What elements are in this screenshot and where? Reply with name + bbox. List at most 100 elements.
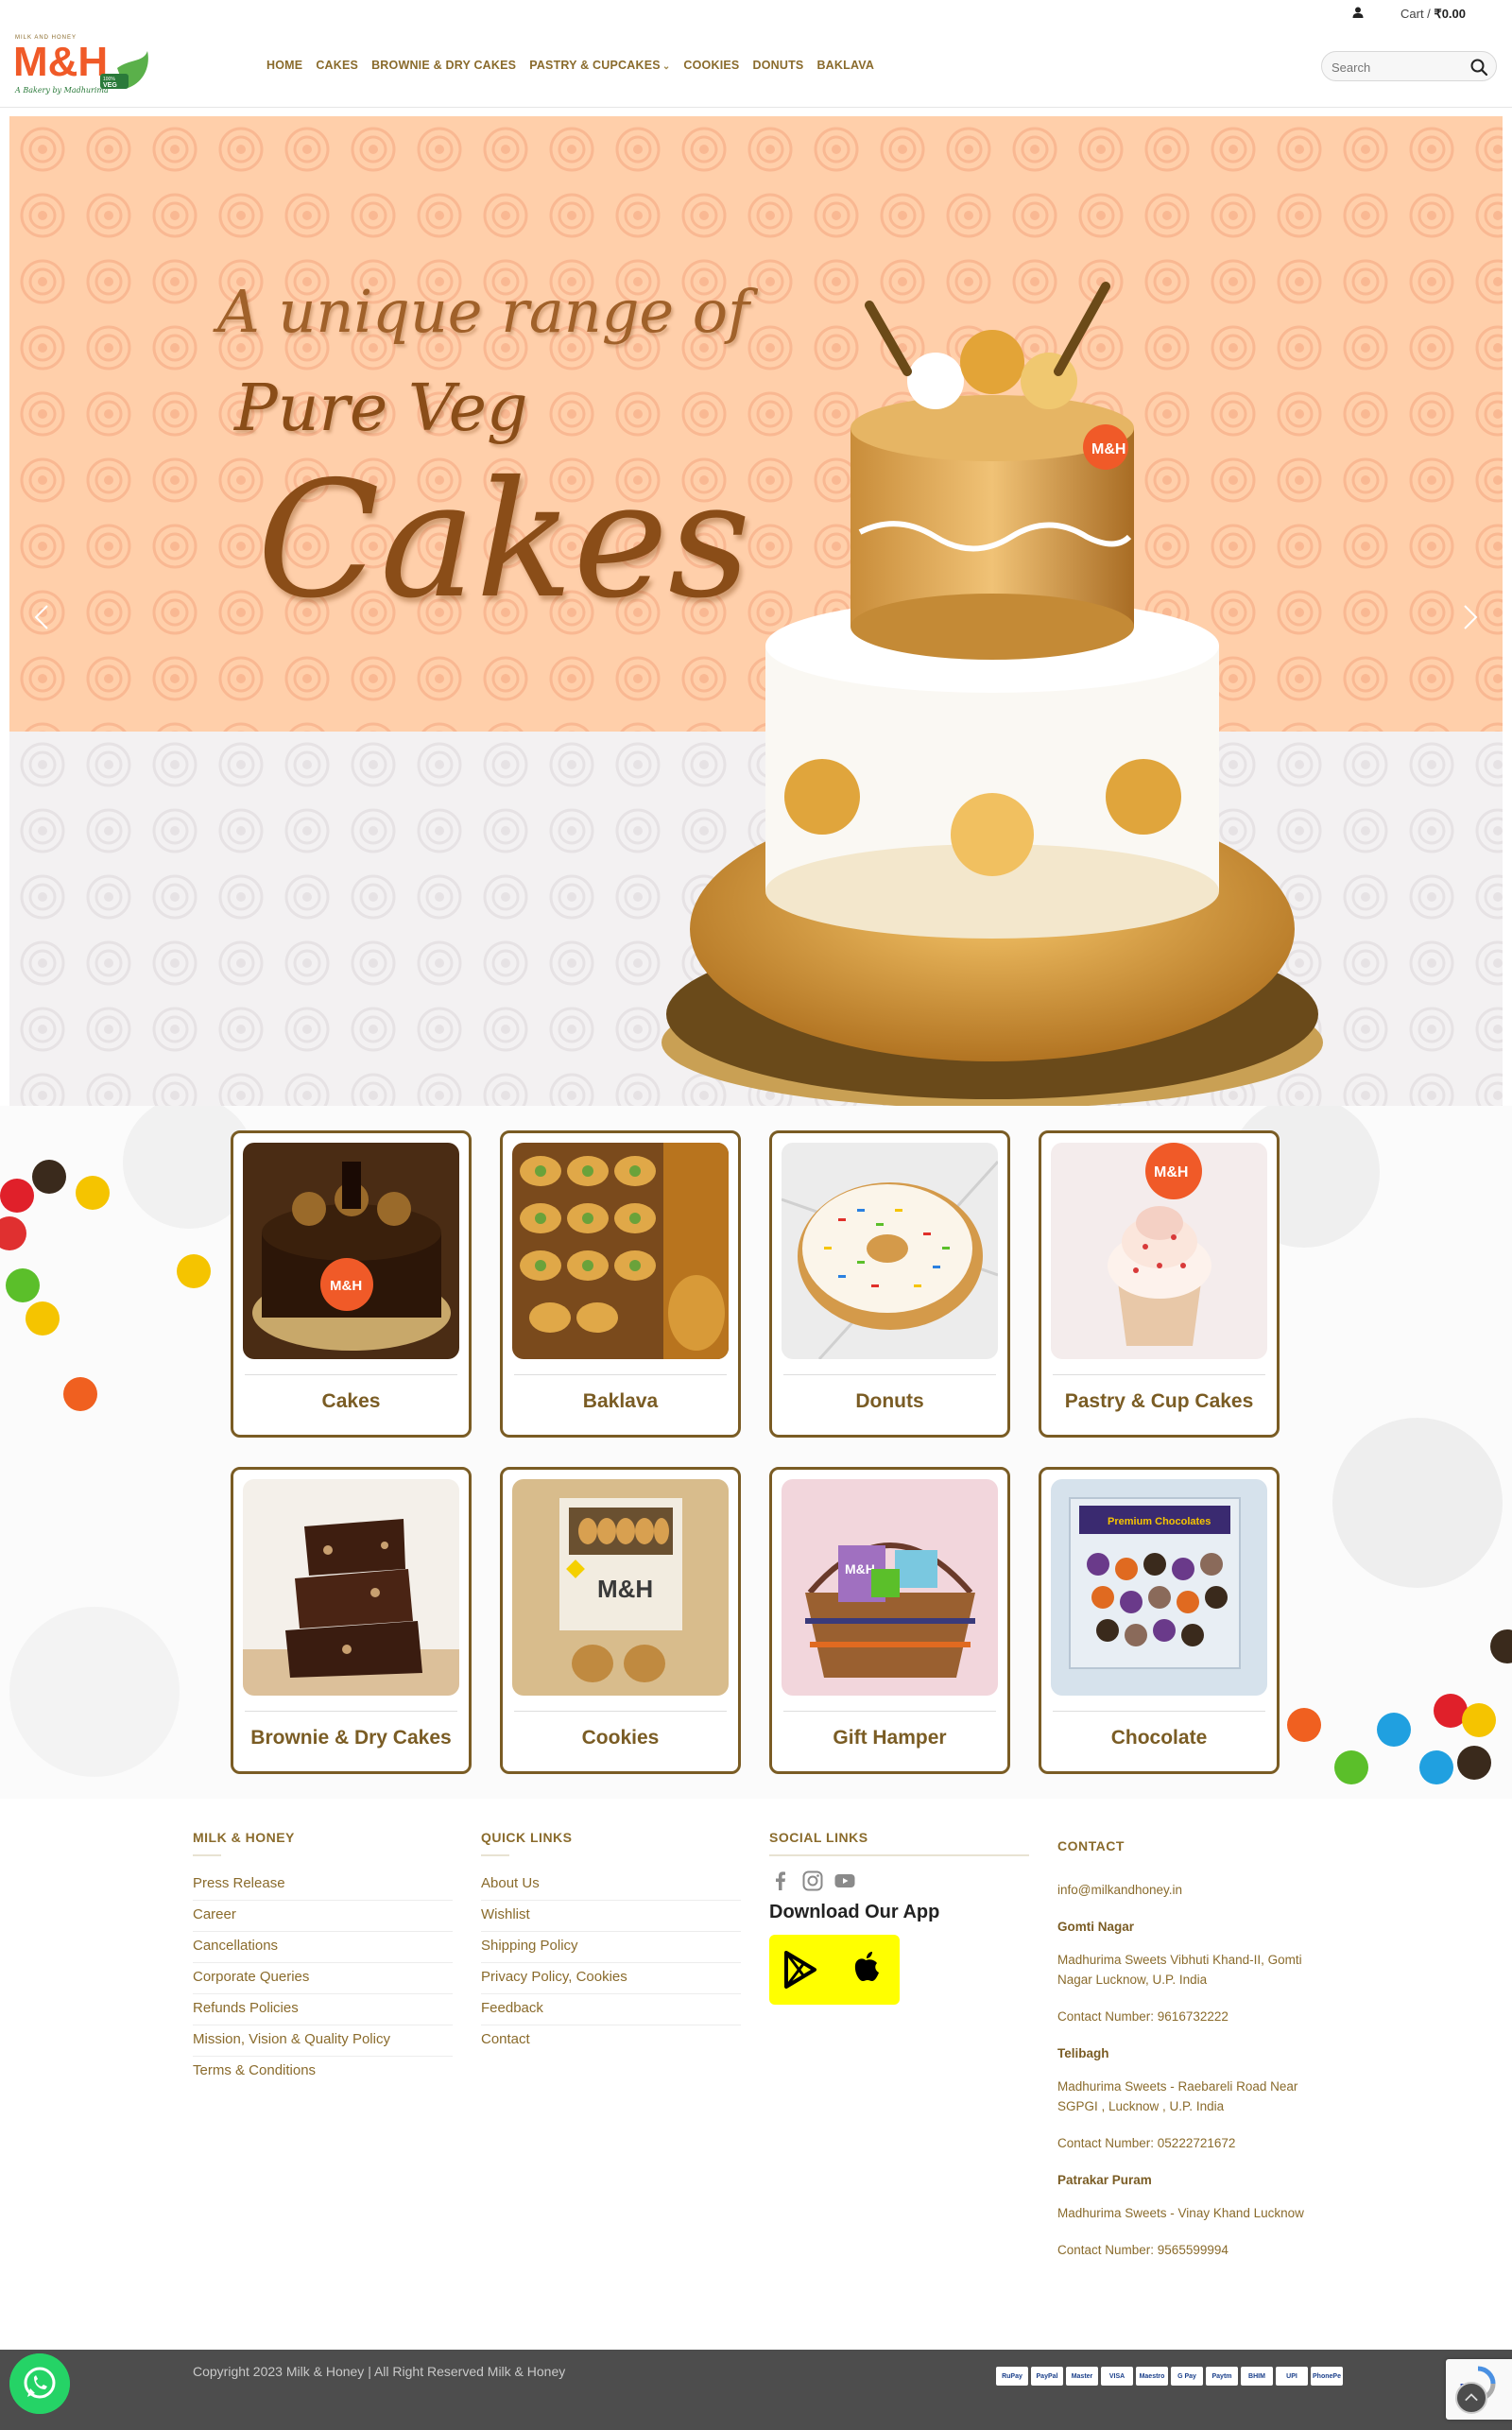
card-divider bbox=[514, 1711, 727, 1712]
search-box bbox=[1321, 51, 1497, 81]
google-play-icon[interactable] bbox=[782, 1951, 820, 1989]
category-card-brownie[interactable]: Brownie & Dry Cakes bbox=[231, 1467, 472, 1774]
footer-link[interactable]: Refunds Policies bbox=[193, 1994, 453, 2025]
category-label: Gift Hamper bbox=[833, 1727, 947, 1749]
footer-link[interactable]: Privacy Policy, Cookies bbox=[481, 1963, 741, 1994]
cart-link[interactable]: Cart / ₹0.00 bbox=[1400, 7, 1466, 22]
footer-heading: QUICK LINKS bbox=[481, 1830, 573, 1845]
chocolate-cake-image: M&H bbox=[243, 1143, 459, 1359]
gift-hamper-image: M&H bbox=[782, 1479, 998, 1696]
footer-link[interactable]: Shipping Policy bbox=[481, 1932, 741, 1963]
bhim-icon: BHIM bbox=[1241, 2367, 1273, 2386]
cupcake-image: M&H bbox=[1051, 1143, 1267, 1359]
footer-link[interactable]: Feedback bbox=[481, 1994, 741, 2025]
category-card-gift-hamper[interactable]: M&H Gift Hamper bbox=[769, 1467, 1010, 1774]
branch-address: Madhurima Sweets Vibhuti Khand-II, Gomti… bbox=[1057, 1953, 1302, 1987]
category-label: Brownie & Dry Cakes bbox=[250, 1727, 452, 1749]
cake-badge: M&H bbox=[1091, 441, 1125, 457]
nav-pastry-cupcakes[interactable]: PASTRY & CUPCAKES ⌄ bbox=[529, 59, 670, 72]
card-badge: M&H bbox=[597, 1575, 653, 1603]
category-card-cakes[interactable]: M&H Cakes bbox=[231, 1130, 472, 1438]
category-card-chocolate[interactable]: Premium Chocolates Chocolate bbox=[1039, 1467, 1280, 1774]
footer-link[interactable]: Cancellations bbox=[193, 1932, 453, 1963]
heading-underline bbox=[481, 1854, 509, 1856]
youtube-icon[interactable] bbox=[833, 1870, 856, 1892]
nav-baklava[interactable]: BAKLAVA bbox=[816, 59, 874, 72]
category-card-baklava[interactable]: Baklava bbox=[500, 1130, 741, 1438]
card-badge: Premium Chocolates bbox=[1108, 1516, 1211, 1527]
cart-amount: ₹0.00 bbox=[1434, 7, 1466, 21]
user-icon[interactable] bbox=[1351, 6, 1365, 19]
nav-home[interactable]: HOME bbox=[266, 59, 302, 72]
slider-prev-arrow[interactable] bbox=[28, 598, 57, 636]
category-card-donuts[interactable]: Donuts bbox=[769, 1130, 1010, 1438]
scroll-to-top-button[interactable] bbox=[1455, 2382, 1487, 2414]
branch-phone[interactable]: Contact Number: 9565599994 bbox=[1057, 2240, 1313, 2260]
footer-link[interactable]: Wishlist bbox=[481, 1901, 741, 1932]
cookies-box-image: M&H bbox=[512, 1479, 729, 1696]
category-card-pastry[interactable]: M&H Pastry & Cup Cakes bbox=[1039, 1130, 1280, 1438]
copyright-text: Copyright 2023 Milk & Honey | All Right … bbox=[193, 2364, 566, 2379]
top-bar: Cart / ₹0.00 bbox=[0, 0, 1512, 26]
nav-cakes[interactable]: CAKES bbox=[316, 59, 358, 72]
slider-next-arrow[interactable] bbox=[1455, 598, 1484, 636]
footer-heading: SOCIAL LINKS bbox=[769, 1830, 868, 1845]
rupay-icon: RuPay bbox=[996, 2367, 1028, 2386]
footer-col-milk-honey: MILK & HONEY Press Release Career Cancel… bbox=[193, 1830, 453, 2087]
brand-logo[interactable]: MILK AND HONEY M&H A Bakery by Madhurima… bbox=[13, 30, 150, 100]
footer-link[interactable]: Mission, Vision & Quality Policy bbox=[193, 2025, 453, 2057]
card-badge: M&H bbox=[845, 1561, 875, 1577]
card-divider bbox=[1053, 1374, 1265, 1375]
whatsapp-icon[interactable] bbox=[9, 2353, 70, 2414]
apple-icon[interactable] bbox=[847, 1949, 885, 1987]
nav-brownie-dry-cakes[interactable]: BROWNIE & DRY CAKES bbox=[371, 59, 516, 72]
branch-name: Patrakar Puram bbox=[1057, 2173, 1152, 2187]
app-download-badge bbox=[769, 1935, 900, 2005]
category-section: M&H Cakes Baklava Donuts M&H Pastry & Cu… bbox=[0, 1106, 1512, 1799]
search-input[interactable] bbox=[1332, 58, 1464, 77]
card-badge: M&H bbox=[1154, 1164, 1188, 1181]
paypal-icon: PayPal bbox=[1031, 2367, 1063, 2386]
branch-phone[interactable]: Contact Number: 05222721672 bbox=[1057, 2133, 1313, 2153]
category-card-cookies[interactable]: M&H Cookies bbox=[500, 1467, 741, 1774]
footer-link[interactable]: Contact bbox=[481, 2025, 741, 2056]
heading-underline bbox=[769, 1854, 1029, 1856]
footer-link[interactable]: About Us bbox=[481, 1870, 741, 1901]
instagram-icon[interactable] bbox=[801, 1870, 824, 1892]
svg-text:A Bakery by Madhurima: A Bakery by Madhurima bbox=[14, 86, 109, 95]
facebook-icon[interactable] bbox=[769, 1870, 792, 1892]
branch-name: Telibagh bbox=[1057, 2046, 1109, 2060]
branch-address: Madhurima Sweets - Raebareli Road Near S… bbox=[1057, 2079, 1298, 2113]
maestro-icon: Maestro bbox=[1136, 2367, 1168, 2386]
svg-text:VEG: VEG bbox=[103, 82, 117, 89]
footer-heading: CONTACT bbox=[1057, 1838, 1125, 1853]
search-icon[interactable] bbox=[1469, 58, 1488, 77]
category-label: Cookies bbox=[581, 1727, 660, 1749]
main-nav: HOME CAKES BROWNIE & DRY CAKES PASTRY & … bbox=[266, 59, 874, 72]
donut-image bbox=[782, 1143, 998, 1359]
contact-email[interactable]: info@milkandhoney.in bbox=[1057, 1880, 1313, 1900]
mastercard-icon: Master bbox=[1066, 2367, 1098, 2386]
bottom-bar: Copyright 2023 Milk & Honey | All Right … bbox=[0, 2350, 1512, 2430]
site-footer: MILK & HONEY Press Release Career Cancel… bbox=[0, 1799, 1512, 2350]
nav-donuts[interactable]: DONUTS bbox=[752, 59, 803, 72]
nav-cookies[interactable]: COOKIES bbox=[683, 59, 739, 72]
footer-link[interactable]: Corporate Queries bbox=[193, 1963, 453, 1994]
card-divider bbox=[783, 1711, 996, 1712]
footer-link-list: Press Release Career Cancellations Corpo… bbox=[193, 1870, 453, 2087]
heading-underline bbox=[193, 1854, 221, 1856]
branch-phone[interactable]: Contact Number: 9616732222 bbox=[1057, 2007, 1313, 2026]
phonepe-icon: PhonePe bbox=[1311, 2367, 1343, 2386]
download-app-title: Download Our App bbox=[769, 1902, 940, 1922]
hero-slider: A unique range of Pure Veg Cakes M&H bbox=[9, 116, 1503, 1106]
category-label: Baklava bbox=[582, 1390, 659, 1412]
cart-label: Cart / bbox=[1400, 7, 1431, 21]
svg-text:M&H: M&H bbox=[330, 1278, 362, 1294]
category-label: Donuts bbox=[855, 1390, 924, 1412]
footer-link[interactable]: Press Release bbox=[193, 1870, 453, 1901]
upi-icon: UPI bbox=[1276, 2367, 1308, 2386]
tiered-cake-image: M&H bbox=[662, 282, 1323, 1106]
category-label: Cakes bbox=[321, 1390, 381, 1412]
footer-link[interactable]: Career bbox=[193, 1901, 453, 1932]
footer-link[interactable]: Terms & Conditions bbox=[193, 2057, 453, 2087]
